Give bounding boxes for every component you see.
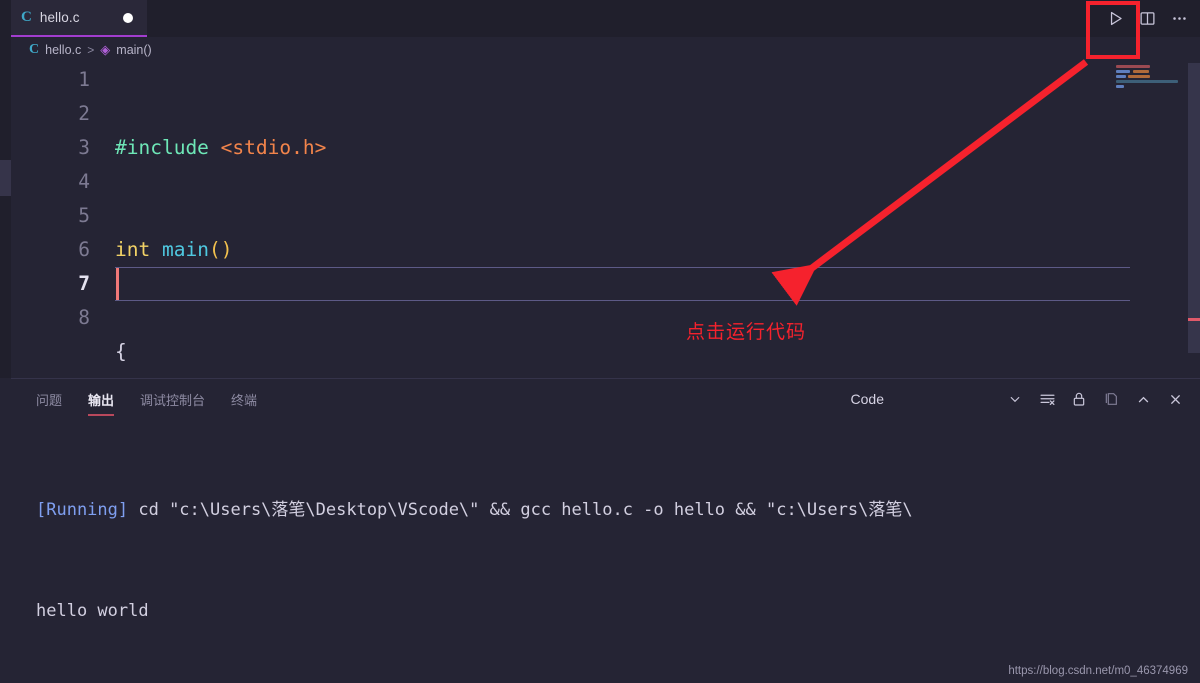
- panel-header: 问题 输出 调试控制台 终端 Code: [0, 379, 1200, 419]
- output-line-running: [Running] cd "c:\Users\落笔\Desktop\VScode…: [36, 494, 1200, 528]
- breadcrumb[interactable]: C hello.c > ◈ main(): [11, 37, 1200, 63]
- code-line-1: #include <stdio.h>: [115, 131, 1115, 165]
- breadcrumb-separator-icon: >: [87, 43, 95, 57]
- line-number: 4: [78, 170, 90, 193]
- tab-hello-c[interactable]: C hello.c: [11, 0, 147, 37]
- token-function-main: main: [161, 238, 209, 261]
- panel-tab-debug-console[interactable]: 调试控制台: [140, 379, 205, 419]
- line-number: 8: [78, 306, 90, 329]
- editor-actions: [1100, 0, 1194, 37]
- cube-icon: ◈: [100, 42, 111, 57]
- code-line-2: int main(): [115, 233, 1115, 267]
- token-include-path: <stdio.h>: [220, 136, 327, 159]
- bottom-panel: 问题 输出 调试控制台 终端 Code [Running] cd "c:\Use…: [0, 378, 1200, 683]
- chevron-down-icon[interactable]: [1004, 388, 1026, 410]
- token-open-brace: {: [115, 340, 127, 363]
- panel-actions: Code: [851, 388, 1200, 410]
- token-parens: (): [208, 238, 233, 261]
- watermark: https://blog.csdn.net/m0_46374969: [1008, 665, 1188, 677]
- code-text[interactable]: #include <stdio.h> int main() { printf("…: [115, 63, 1115, 669]
- line-number: 1: [78, 68, 90, 91]
- panel-tab-problems[interactable]: 问题: [36, 379, 62, 419]
- panel-tab-output[interactable]: 输出: [88, 379, 115, 419]
- breadcrumb-symbol-label[interactable]: main(): [116, 43, 151, 57]
- token-preprocessor: #include: [115, 136, 209, 159]
- current-line-highlight: [115, 267, 1130, 301]
- chevron-up-icon[interactable]: [1132, 388, 1154, 410]
- token-keyword-int: int: [115, 238, 151, 261]
- more-actions-button[interactable]: [1164, 4, 1194, 34]
- editor-group: C hello.c C hello.c > ◈ main() 1 2 3 4 5…: [11, 0, 1200, 669]
- vscode-window: C hello.c C hello.c > ◈ main() 1 2 3 4 5…: [0, 0, 1200, 683]
- close-icon[interactable]: [1164, 388, 1186, 410]
- running-tag: [Running]: [36, 500, 129, 520]
- c-file-icon: C: [21, 9, 32, 25]
- code-line-3: {: [115, 335, 1115, 369]
- minimap[interactable]: [1116, 63, 1200, 378]
- code-editor[interactable]: 1 2 3 4 5 6 7 8 #include <stdio.h> int m…: [11, 63, 1200, 669]
- breadcrumb-file-icon: C: [29, 42, 40, 57]
- activity-bar: [0, 0, 11, 380]
- editor-scrollbar[interactable]: [1188, 63, 1200, 353]
- line-number-active: 7: [78, 272, 90, 295]
- output-channel-value: Code: [850, 391, 884, 407]
- output-line-stdout: hello world: [36, 600, 149, 621]
- line-number: 5: [78, 204, 90, 227]
- annotation-label: 点击运行代码: [686, 321, 807, 343]
- tab-label: hello.c: [39, 10, 80, 25]
- clear-output-icon[interactable]: [1036, 388, 1058, 410]
- breadcrumb-file-label[interactable]: hello.c: [45, 43, 81, 57]
- panel-tabs: 问题 输出 调试控制台 终端: [0, 379, 257, 419]
- scrollbar-marker: [1188, 318, 1200, 321]
- new-window-icon[interactable]: [1100, 388, 1122, 410]
- activity-bar-item[interactable]: [0, 160, 11, 196]
- text-cursor: [116, 268, 119, 300]
- line-number: 6: [78, 238, 90, 261]
- line-number-gutter: 1 2 3 4 5 6 7 8: [11, 63, 106, 378]
- run-code-button[interactable]: [1100, 4, 1130, 34]
- output-console[interactable]: [Running] cd "c:\Users\落笔\Desktop\VScode…: [0, 419, 1200, 683]
- editor-tab-bar: C hello.c: [11, 0, 1200, 37]
- output-channel-select[interactable]: Code: [851, 388, 1026, 410]
- panel-tab-terminal[interactable]: 终端: [231, 379, 257, 419]
- line-number: 2: [78, 102, 90, 125]
- running-command: cd "c:\Users\落笔\Desktop\VScode\" && gcc …: [128, 500, 913, 520]
- line-number: 3: [78, 136, 90, 159]
- split-editor-right-button[interactable]: [1132, 4, 1162, 34]
- unsaved-indicator-icon[interactable]: [123, 12, 133, 23]
- lock-icon[interactable]: [1068, 388, 1090, 410]
